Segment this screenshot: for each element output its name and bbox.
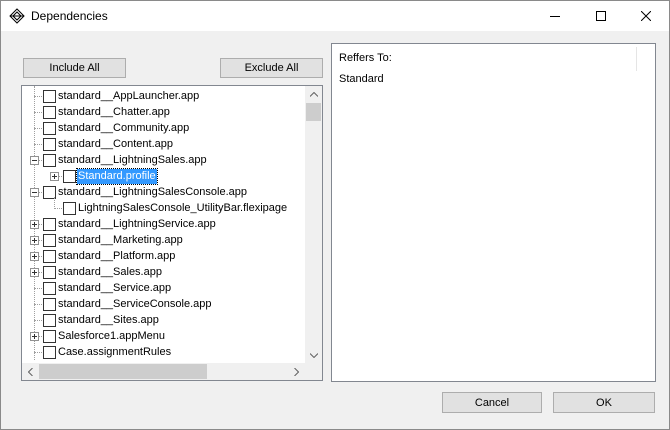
collapse-icon[interactable] xyxy=(30,188,39,197)
vertical-scroll-thumb[interactable] xyxy=(306,103,321,121)
node-label[interactable]: Standard.profile xyxy=(76,168,158,185)
node-label[interactable]: standard__AppLauncher.app xyxy=(57,89,200,104)
tree-node[interactable]: standard__Community.app xyxy=(22,120,306,136)
node-checkbox[interactable] xyxy=(63,170,76,183)
node-checkbox[interactable] xyxy=(43,314,56,327)
tree-node[interactable]: standard__AppLauncher.app xyxy=(22,88,306,104)
window-title: Dependencies xyxy=(31,9,108,23)
dependencies-dialog: Dependencies Include All Exclude All sta… xyxy=(0,0,670,430)
maximize-button[interactable] xyxy=(578,1,624,31)
tree-node[interactable]: standard__Marketing.app xyxy=(22,232,306,248)
minimize-button[interactable] xyxy=(532,1,578,31)
node-checkbox[interactable] xyxy=(43,346,56,359)
node-label[interactable]: standard__LightningSalesConsole.app xyxy=(57,185,248,200)
tree-node[interactable]: standard__Content.app xyxy=(22,136,306,152)
node-checkbox[interactable] xyxy=(43,234,56,247)
column-header-divider xyxy=(636,47,637,71)
tree-node[interactable]: standard__Service.app xyxy=(22,280,306,296)
tree-node[interactable]: standard__ServiceConsole.app xyxy=(22,296,306,312)
node-label[interactable]: standard__Sales.app xyxy=(57,265,163,280)
node-label[interactable]: standard__Service.app xyxy=(57,281,172,296)
node-label[interactable]: standard__Sites.app xyxy=(57,313,160,328)
scroll-left-icon[interactable] xyxy=(22,363,39,380)
node-label[interactable]: LightningSalesConsole_UtilityBar.flexipa… xyxy=(77,201,288,216)
node-checkbox[interactable] xyxy=(43,218,56,231)
expand-icon[interactable] xyxy=(30,268,39,277)
tree-node[interactable]: LightningSalesConsole_UtilityBar.flexipa… xyxy=(22,200,306,216)
node-checkbox[interactable] xyxy=(43,266,56,279)
close-icon xyxy=(641,11,651,21)
node-checkbox[interactable] xyxy=(43,106,56,119)
node-label[interactable]: standard__ServiceConsole.app xyxy=(57,297,213,312)
node-checkbox[interactable] xyxy=(43,154,56,167)
node-checkbox[interactable] xyxy=(43,90,56,103)
scrollbar-corner xyxy=(305,363,322,380)
tree-connector xyxy=(54,208,62,209)
scroll-down-icon[interactable] xyxy=(305,347,322,364)
tree-connector xyxy=(34,288,42,289)
tree-node[interactable]: standard__Sites.app xyxy=(22,312,306,328)
tree-connector xyxy=(34,128,42,129)
maximize-icon xyxy=(596,11,606,21)
tree-connector xyxy=(34,320,42,321)
tree-connector xyxy=(34,112,42,113)
include-all-button[interactable]: Include All xyxy=(23,58,126,78)
refers-to-item[interactable]: Standard xyxy=(339,73,384,85)
tree-node[interactable]: Salesforce1.appMenu xyxy=(22,328,306,344)
cancel-button[interactable]: Cancel xyxy=(442,392,542,413)
node-checkbox[interactable] xyxy=(43,298,56,311)
tree-vertical-scrollbar[interactable] xyxy=(305,86,322,364)
expand-icon[interactable] xyxy=(30,332,39,341)
node-checkbox[interactable] xyxy=(43,282,56,295)
scroll-right-icon[interactable] xyxy=(288,363,305,380)
node-label[interactable]: standard__Platform.app xyxy=(57,249,176,264)
tree-node[interactable]: standard__Chatter.app xyxy=(22,104,306,120)
node-checkbox[interactable] xyxy=(43,122,56,135)
node-label[interactable]: standard__LightningService.app xyxy=(57,217,217,232)
close-button[interactable] xyxy=(623,1,669,31)
ok-button[interactable]: OK xyxy=(553,392,655,413)
dependencies-app-icon xyxy=(9,8,25,24)
refers-to-list[interactable]: Reffers To: Standard xyxy=(331,43,656,382)
tree-node[interactable]: standard__Platform.app xyxy=(22,248,306,264)
minimize-icon xyxy=(550,16,560,17)
dependency-tree[interactable]: standard__AppLauncher.app standard__Chatt… xyxy=(21,85,323,381)
tree-connector xyxy=(34,144,42,145)
tree-node[interactable]: standard__LightningSales.app xyxy=(22,152,306,168)
exclude-all-button[interactable]: Exclude All xyxy=(220,58,323,78)
tree-connector xyxy=(34,352,42,353)
tree-connector xyxy=(34,304,42,305)
expand-icon[interactable] xyxy=(30,220,39,229)
node-label[interactable]: standard__Community.app xyxy=(57,121,190,136)
node-label[interactable]: Case.assignmentRules xyxy=(57,345,172,360)
node-checkbox[interactable] xyxy=(63,202,76,215)
node-checkbox[interactable] xyxy=(43,330,56,343)
tree-content: standard__AppLauncher.app standard__Chatt… xyxy=(22,86,306,364)
node-label[interactable]: standard__Marketing.app xyxy=(57,233,184,248)
tree-connector xyxy=(34,96,42,97)
collapse-icon[interactable] xyxy=(30,156,39,165)
node-label[interactable]: standard__Content.app xyxy=(57,137,174,152)
title-bar[interactable]: Dependencies xyxy=(1,1,669,31)
tree-horizontal-scrollbar[interactable] xyxy=(22,363,305,380)
expand-icon[interactable] xyxy=(30,236,39,245)
node-label[interactable]: Salesforce1.appMenu xyxy=(57,329,166,344)
tree-node[interactable]: standard__LightningService.app xyxy=(22,216,306,232)
node-label[interactable]: standard__Chatter.app xyxy=(57,105,171,120)
expand-icon[interactable] xyxy=(30,252,39,261)
tree-node[interactable]: Case.assignmentRules xyxy=(22,344,306,360)
node-label[interactable]: standard__LightningSales.app xyxy=(57,153,208,168)
expand-icon[interactable] xyxy=(50,172,59,181)
node-checkbox[interactable] xyxy=(43,250,56,263)
tree-node[interactable]: standard__LightningSalesConsole.app xyxy=(22,184,306,200)
node-checkbox[interactable] xyxy=(43,138,56,151)
refers-to-header: Reffers To: xyxy=(339,52,392,64)
tree-node[interactable]: standard__Sales.app xyxy=(22,264,306,280)
tree-child-guide-line xyxy=(54,197,55,209)
tree-node[interactable]: Standard.profile xyxy=(22,168,306,185)
scroll-up-icon[interactable] xyxy=(305,86,322,103)
horizontal-scroll-thumb[interactable] xyxy=(39,364,207,379)
